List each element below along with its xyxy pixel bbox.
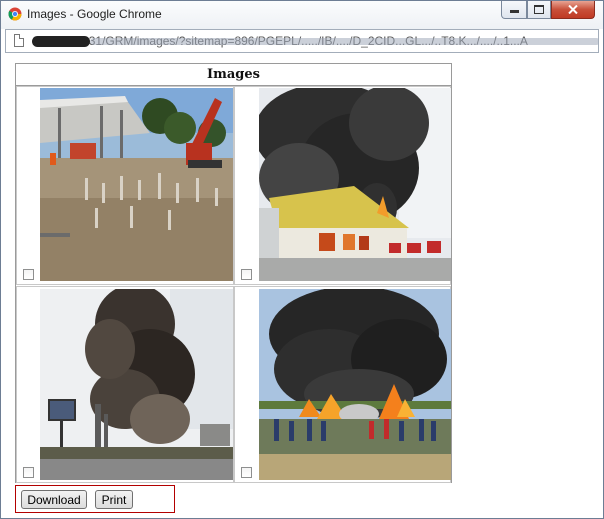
firefighters-fire-photo[interactable] (259, 289, 451, 480)
image-cell (234, 86, 451, 285)
images-table: Images (15, 63, 452, 483)
image-cell (16, 286, 234, 483)
title-bar: Images - Google Chrome (1, 1, 603, 29)
minimize-icon (509, 10, 519, 13)
minimize-button[interactable] (501, 1, 527, 19)
image-checkbox[interactable] (23, 269, 34, 280)
construction-site-photo[interactable] (40, 88, 233, 281)
address-bar[interactable]: 192.168.2.31/GRM/images/?sitemap=896/PGE… (5, 29, 599, 53)
image-checkbox[interactable] (23, 467, 34, 478)
window-title: Images - Google Chrome (27, 7, 162, 21)
download-button[interactable]: Download (21, 490, 87, 509)
image-cell (16, 86, 234, 285)
image-checkbox[interactable] (241, 269, 252, 280)
industrial-smoke-photo[interactable] (40, 289, 233, 480)
actions-bar: Download Print (15, 485, 175, 513)
chrome-logo-icon (8, 7, 22, 21)
image-cell (234, 286, 451, 483)
url-redaction (32, 36, 90, 47)
close-icon (568, 5, 578, 14)
page-content: Images Download Print (5, 53, 599, 515)
image-checkbox[interactable] (241, 467, 252, 478)
close-button[interactable] (551, 1, 595, 19)
table-header: Images (16, 64, 451, 86)
browser-window: Images - Google Chrome 192.168.2.31/GRM/… (0, 0, 604, 519)
print-button[interactable]: Print (95, 490, 133, 509)
warehouse-fire-photo[interactable] (259, 88, 451, 281)
maximize-icon (534, 5, 544, 14)
maximize-button[interactable] (527, 1, 551, 19)
page-icon (14, 34, 24, 47)
url-redaction (90, 38, 598, 45)
